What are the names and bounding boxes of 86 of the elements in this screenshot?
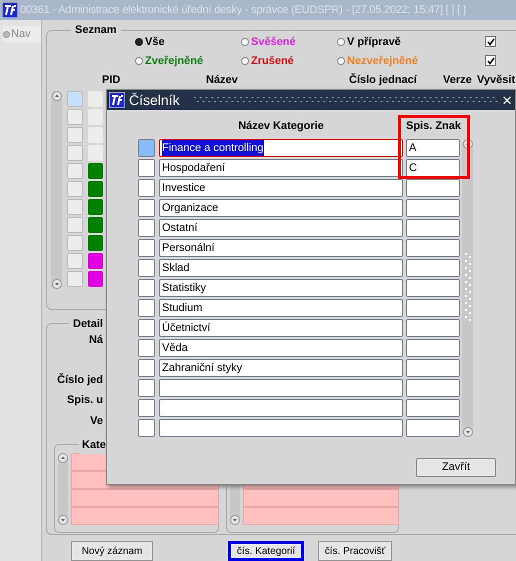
scroll-down-icon[interactable] — [58, 515, 68, 525]
name-field[interactable]: Finance a controlling — [159, 139, 403, 157]
code-field[interactable] — [406, 259, 460, 277]
checkbox[interactable] — [485, 36, 496, 47]
category-field[interactable] — [71, 489, 219, 507]
row-selector[interactable] — [138, 319, 155, 337]
scrollbar[interactable] — [51, 90, 62, 288]
row-selector[interactable] — [138, 179, 155, 197]
code-field[interactable]: C — [406, 159, 460, 177]
row-selector[interactable] — [138, 199, 155, 217]
action-button[interactable]: čís. Kategorií — [228, 541, 304, 561]
group-title: Kate — [79, 437, 109, 454]
row-selector[interactable] — [138, 359, 155, 377]
scrollbar[interactable] — [58, 453, 68, 525]
name-field[interactable]: Účetnictví — [159, 319, 403, 337]
column-header: Číslo jednací — [349, 72, 418, 88]
action-button[interactable]: Nový záznam — [71, 541, 153, 561]
field-label: Spis. u — [66, 393, 103, 408]
scroll-down-icon[interactable] — [462, 427, 472, 437]
action-button[interactable]: čís. Pracovišť — [318, 541, 392, 561]
filter-radio[interactable]: V přípravě — [337, 34, 485, 50]
column-header: Verze — [443, 73, 473, 88]
app-logo-icon — [2, 2, 18, 18]
column-header: Název — [206, 73, 239, 88]
column-header: Vyvěsit — [477, 73, 516, 88]
field-label: Číslo jed — [57, 372, 103, 388]
row-selector[interactable] — [138, 259, 155, 277]
code-field[interactable] — [406, 339, 460, 357]
row-selector[interactable] — [138, 219, 155, 237]
row-selector[interactable] — [138, 399, 155, 417]
row-selector[interactable] — [138, 419, 155, 437]
row-selector[interactable] — [138, 239, 155, 257]
highlight-frame — [398, 115, 470, 179]
field-label: Ná — [88, 333, 103, 348]
row-selector[interactable] — [138, 279, 155, 297]
dialog-title: Číselník — [129, 90, 180, 110]
category-field[interactable] — [243, 507, 399, 525]
name-field[interactable]: Ostatní — [159, 219, 403, 237]
field-label: Ve — [90, 414, 103, 428]
title-grip-icon — [194, 96, 498, 104]
name-field[interactable]: Sklad — [159, 259, 403, 277]
scroll-down-icon[interactable] — [52, 278, 62, 288]
filter-radio[interactable]: Zveřejněné — [135, 53, 241, 69]
row-selector[interactable] — [138, 379, 155, 397]
code-field[interactable] — [406, 319, 460, 337]
code-field[interactable] — [406, 419, 460, 437]
name-field[interactable] — [159, 399, 403, 417]
category-field[interactable] — [243, 489, 399, 507]
scroll-down-icon[interactable] — [230, 515, 240, 525]
scroll-up-icon[interactable] — [58, 453, 68, 463]
category-field[interactable] — [71, 507, 219, 525]
row-selector[interactable] — [138, 159, 155, 177]
code-field[interactable] — [406, 199, 460, 217]
checkbox[interactable] — [485, 55, 496, 66]
name-field[interactable]: Investice — [159, 179, 403, 197]
code-field[interactable] — [406, 299, 460, 317]
code-field[interactable] — [406, 279, 460, 297]
row-selector[interactable] — [138, 139, 155, 157]
app-logo-icon — [109, 92, 125, 108]
name-field[interactable]: Personální — [159, 239, 403, 257]
name-field[interactable]: Zahraniční styky — [159, 359, 403, 377]
column-header: Spis. Znak — [406, 118, 460, 134]
row-selector[interactable] — [138, 299, 155, 317]
code-field[interactable] — [406, 239, 460, 257]
row-selector[interactable] — [138, 339, 155, 357]
filter-radio[interactable]: Vše — [135, 34, 241, 50]
code-field[interactable] — [406, 219, 460, 237]
code-field[interactable] — [406, 399, 460, 417]
scrollbar[interactable] — [462, 139, 473, 437]
column-header: Název Kategorie — [237, 118, 325, 134]
name-field[interactable]: Statistiky — [159, 279, 403, 297]
name-field[interactable]: Organizace — [159, 199, 403, 217]
scroll-grip-icon[interactable] — [464, 253, 472, 323]
name-field[interactable] — [159, 419, 403, 437]
name-field[interactable]: Věda — [159, 339, 403, 357]
name-field[interactable]: Studium — [159, 299, 403, 317]
name-field[interactable]: Hospodaření — [159, 159, 403, 177]
name-field[interactable] — [159, 379, 403, 397]
code-field[interactable] — [406, 359, 460, 377]
code-field[interactable]: A — [406, 139, 460, 157]
code-field[interactable] — [406, 179, 460, 197]
column-header: PID — [102, 73, 122, 88]
scroll-up-icon[interactable] — [52, 90, 62, 100]
close-button[interactable]: × — [502, 92, 512, 108]
code-field[interactable] — [406, 379, 460, 397]
close-dialog-button[interactable]: Zavřít — [416, 458, 496, 477]
